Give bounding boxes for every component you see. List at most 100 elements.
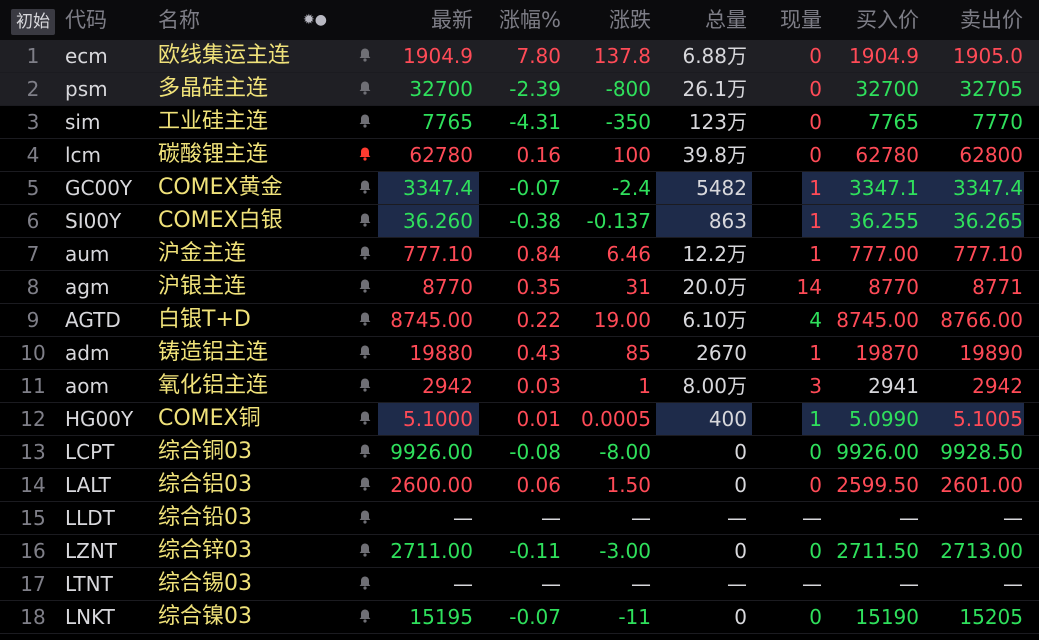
change-amount: 0.0005 (581, 407, 651, 431)
table-row[interactable]: 7 aum 沪金主连 777.10 0.84 6.46 12.2万 1 777.00 777.10 (0, 238, 1039, 271)
change-amount: -2.4 (611, 176, 651, 200)
bid-price: 8745.00 (836, 308, 919, 332)
bid-price: 1904.9 (849, 44, 919, 68)
bid-price: 2599.50 (836, 473, 919, 497)
symbol-code: agm (65, 275, 110, 299)
init-button[interactable]: 初始 (11, 9, 55, 35)
last-price: 5.1000 (403, 407, 473, 431)
column-header: 初始 代码 名称 ✹● 最新 涨幅% 涨跌 总量 现量 买入价 卖出价 (0, 0, 1039, 40)
change-percent: — (541, 506, 561, 530)
table-row[interactable]: 2 psm 多晶硅主连 32700 -2.39 -800 26.1万 0 32700 32705 (0, 73, 1039, 106)
change-percent: 7.80 (516, 44, 561, 68)
col-chg[interactable]: 涨跌 (561, 0, 651, 40)
table-row[interactable]: 3 sim 工业硅主连 7765 -4.31 -350 123万 0 7765 7770 (0, 106, 1039, 139)
col-bid[interactable]: 买入价 (819, 0, 919, 40)
current-volume: 0 (809, 440, 822, 464)
last-price: 2600.00 (390, 473, 473, 497)
symbol-name: 工业硅主连 (158, 109, 269, 134)
ask-price: 9928.50 (940, 440, 1023, 464)
table-row[interactable]: 10 adm 铸造铝主连 19880 0.43 85 2670 1 19870 19890 (0, 337, 1039, 370)
symbol-code: aum (65, 242, 110, 266)
table-row[interactable]: 4 lcm 碳酸锂主连 62780 0.16 100 39.8万 0 62780 62800 (0, 139, 1039, 172)
col-cur[interactable]: 现量 (752, 0, 822, 40)
ask-price: 1905.0 (953, 44, 1023, 68)
ask-price: 2601.00 (940, 473, 1023, 497)
bid-price: 15190 (855, 605, 919, 629)
table-row[interactable]: 8 agm 沪银主连 8770 0.35 31 20.0万 14 8770 8771 (0, 271, 1039, 304)
table-row[interactable]: 9 AGTD 白银T+D 8745.00 0.22 19.00 6.10万 4 8745.00 8… (0, 304, 1039, 337)
current-volume: 4 (809, 308, 822, 332)
bid-price: 777.00 (849, 242, 919, 266)
change-amount: 31 (625, 275, 651, 299)
table-row[interactable]: 15 LLDT 综合铅03 — — — — — — — (0, 502, 1039, 535)
symbol-code: LALT (65, 473, 111, 497)
current-volume: 1 (809, 407, 822, 431)
table-row[interactable]: 13 LCPT 综合铜03 9926.00 -0.08 -8.00 0 0 9926.00 992… (0, 436, 1039, 469)
table-row[interactable]: 12 HG00Y COMEX铜 5.1000 0.01 0.0005 400 1 5.0990 5… (0, 403, 1039, 436)
row-index: 9 (26, 308, 40, 332)
change-amount: 1.50 (606, 473, 651, 497)
symbol-code: adm (65, 341, 110, 365)
current-volume: 1 (809, 242, 822, 266)
symbol-code: lcm (65, 143, 102, 167)
ask-price: 62800 (959, 143, 1023, 167)
symbol-name: 氧化铝主连 (158, 373, 269, 398)
row-index: 16 (20, 539, 46, 563)
col-last[interactable]: 最新 (353, 0, 473, 40)
current-volume: 1 (809, 341, 822, 365)
row-index: 13 (20, 440, 46, 464)
quote-list-window: 初始 代码 名称 ✹● 最新 涨幅% 涨跌 总量 现量 买入价 卖出价 1 ecm… (0, 0, 1039, 634)
symbol-name: 白银T+D (158, 307, 251, 332)
row-index: 6 (26, 209, 40, 233)
change-amount: -800 (605, 77, 651, 101)
last-price: 62780 (409, 143, 473, 167)
change-amount: 6.46 (606, 242, 651, 266)
row-index: 10 (20, 341, 46, 365)
change-amount: -8.00 (599, 440, 651, 464)
table-row[interactable]: 5 GC00Y COMEX黄金 3347.4 -0.07 -2.4 5482 1 3347.1 3… (0, 172, 1039, 205)
change-percent: -0.07 (509, 176, 561, 200)
table-row[interactable]: 17 LTNT 综合锡03 — — — — — — — (0, 568, 1039, 601)
col-vol[interactable]: 总量 (655, 0, 747, 40)
total-volume: 26.1万 (682, 77, 747, 101)
table-row[interactable]: 14 LALT 综合铝03 2600.00 0.06 1.50 0 0 2599.50 2601.… (0, 469, 1039, 502)
row-index: 8 (26, 275, 40, 299)
col-name[interactable]: 名称 (158, 0, 200, 40)
change-amount: 19.00 (593, 308, 651, 332)
row-index: 2 (26, 77, 40, 101)
last-price: 7765 (422, 110, 473, 134)
col-pct[interactable]: 涨幅% (471, 0, 561, 40)
change-percent: 0.22 (516, 308, 561, 332)
change-amount: -3.00 (599, 539, 651, 563)
ask-price: 3347.4 (953, 176, 1023, 200)
table-row[interactable]: 11 aom 氧化铝主连 2942 0.03 1 8.00万 3 2941 2942 (0, 370, 1039, 403)
col-code[interactable]: 代码 (65, 0, 107, 40)
symbol-code: LTNT (65, 572, 113, 596)
row-index: 15 (20, 506, 46, 530)
current-volume: 0 (809, 473, 822, 497)
bid-price: 2711.50 (836, 539, 919, 563)
change-amount: -11 (618, 605, 651, 629)
change-percent: 0.16 (516, 143, 561, 167)
ask-price: — (1003, 506, 1023, 530)
total-volume: 6.10万 (682, 308, 747, 332)
change-percent: -0.08 (509, 440, 561, 464)
col-ask[interactable]: 卖出价 (919, 0, 1023, 40)
change-percent: 0.43 (516, 341, 561, 365)
bid-price: 32700 (855, 77, 919, 101)
change-percent: 0.35 (516, 275, 561, 299)
table-row[interactable]: 1 ecm 欧线集运主连 1904.9 7.80 137.8 6.88万 0 1904.9 190… (0, 40, 1039, 73)
last-price: 15195 (409, 605, 473, 629)
table-row[interactable]: 16 LZNT 综合锌03 2711.00 -0.11 -3.00 0 0 2711.50 271… (0, 535, 1039, 568)
total-volume: — (727, 506, 747, 530)
change-percent: — (541, 572, 561, 596)
change-percent: 0.01 (516, 407, 561, 431)
symbol-code: LLDT (65, 506, 115, 530)
symbol-name: 铸造铝主连 (158, 340, 269, 365)
total-volume: 0 (734, 605, 747, 629)
ask-price: 7770 (972, 110, 1023, 134)
table-row[interactable]: 6 SI00Y COMEX白银 36.260 -0.38 -0.137 863 1 36.255… (0, 205, 1039, 238)
symbol-name: 综合铜03 (158, 439, 252, 464)
table-row[interactable]: 18 LNKT 综合镍03 15195 -0.07 -11 0 0 15190 15205 (0, 601, 1039, 634)
header-display-toggle-icons[interactable]: ✹● (303, 8, 327, 32)
